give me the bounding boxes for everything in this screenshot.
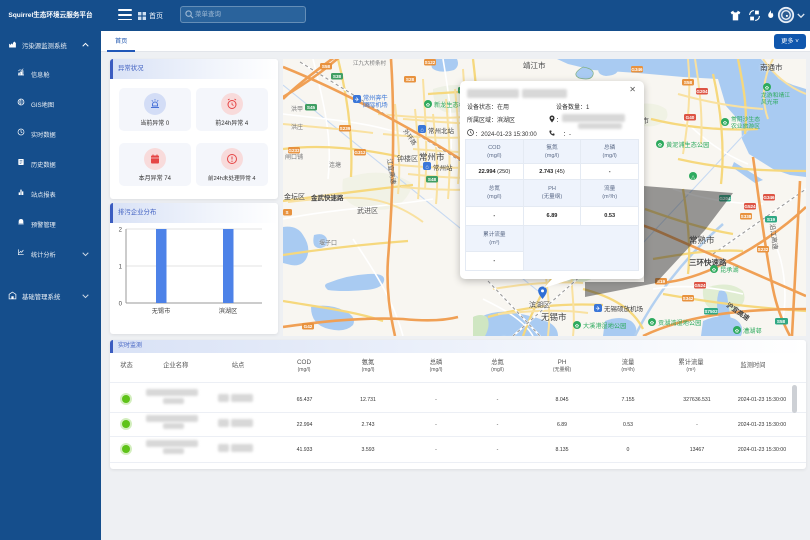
svg-text:S58: S58 bbox=[322, 64, 331, 69]
svg-text:G312: G312 bbox=[354, 150, 366, 155]
svg-text:大溪港湿地公园: 大溪港湿地公园 bbox=[583, 322, 626, 330]
svg-text:S7502: S7502 bbox=[704, 309, 718, 314]
svg-text:无锡市: 无锡市 bbox=[541, 312, 567, 322]
svg-text:S19: S19 bbox=[767, 217, 776, 222]
svg-text:S45: S45 bbox=[307, 105, 316, 110]
svg-text:堰子口: 堰子口 bbox=[319, 239, 337, 247]
svg-text:金武快速路: 金武快速路 bbox=[310, 193, 344, 202]
svg-text:无锡硕放机场: 无锡硕放机场 bbox=[604, 304, 644, 313]
svg-text:G42: G42 bbox=[304, 324, 313, 329]
svg-text:贡湖湾湿地公园: 贡湖湾湿地公园 bbox=[658, 319, 701, 327]
svg-text:农业旅游区: 农业旅游区 bbox=[731, 122, 760, 130]
svg-text:常州奔牛: 常州奔牛 bbox=[363, 94, 388, 102]
svg-text:✿: ✿ bbox=[712, 268, 716, 274]
svg-text:江九大桥条村: 江九大桥条村 bbox=[353, 59, 387, 67]
svg-text:S19: S19 bbox=[657, 279, 666, 284]
svg-text:风光带: 风光带 bbox=[761, 98, 779, 106]
svg-text:S232: S232 bbox=[758, 247, 769, 252]
svg-text:✿: ✿ bbox=[723, 121, 727, 127]
svg-text:S38: S38 bbox=[333, 74, 342, 79]
svg-text:S58: S58 bbox=[777, 319, 786, 324]
svg-text:✿: ✿ bbox=[650, 321, 654, 327]
svg-text:漕湖邨: 漕湖邨 bbox=[743, 327, 762, 335]
svg-text:1: 1 bbox=[119, 265, 123, 271]
svg-text:G204: G204 bbox=[696, 89, 708, 94]
svg-text:常州站: 常州站 bbox=[433, 163, 453, 172]
svg-text:滨湖区: 滨湖区 bbox=[529, 300, 550, 309]
svg-text:常州北站: 常州北站 bbox=[428, 126, 455, 135]
svg-text:S58: S58 bbox=[684, 80, 693, 85]
svg-text:⌂: ⌂ bbox=[425, 165, 428, 171]
svg-text:0: 0 bbox=[119, 302, 123, 308]
svg-text:G524: G524 bbox=[744, 204, 756, 209]
svg-text:S28: S28 bbox=[406, 77, 415, 82]
svg-text:2: 2 bbox=[119, 228, 123, 234]
svg-text:三环快速路: 三环快速路 bbox=[689, 257, 727, 267]
svg-text:靖江市: 靖江市 bbox=[523, 60, 546, 70]
svg-text:钟楼区: 钟楼区 bbox=[397, 154, 418, 163]
svg-text:G524: G524 bbox=[694, 283, 706, 288]
svg-text:✿: ✿ bbox=[765, 86, 769, 92]
svg-text:常阴沙生态: 常阴沙生态 bbox=[731, 115, 760, 123]
svg-text:滨湖区: 滨湖区 bbox=[219, 307, 238, 315]
svg-text:S48: S48 bbox=[428, 177, 437, 182]
svg-text:武进区: 武进区 bbox=[357, 206, 378, 215]
svg-text:G204: G204 bbox=[719, 196, 731, 201]
svg-text:✿: ✿ bbox=[658, 143, 662, 149]
svg-text:G346: G346 bbox=[631, 67, 643, 72]
svg-text:无锡市: 无锡市 bbox=[152, 307, 171, 315]
svg-text:常熟市: 常熟市 bbox=[689, 235, 715, 245]
svg-text:常州市: 常州市 bbox=[419, 152, 445, 162]
svg-text:G233: G233 bbox=[288, 148, 300, 153]
svg-text:国际机场: 国际机场 bbox=[363, 101, 388, 109]
svg-text:昆承湖: 昆承湖 bbox=[720, 266, 739, 274]
svg-text:闸口铺: 闸口铺 bbox=[285, 153, 303, 161]
svg-text:洪甲: 洪甲 bbox=[291, 105, 303, 113]
svg-text:G346: G346 bbox=[763, 195, 775, 200]
svg-text:S338: S338 bbox=[741, 214, 752, 219]
svg-text:✈: ✈ bbox=[595, 306, 600, 313]
svg-text:✿: ✿ bbox=[735, 329, 739, 335]
svg-text:金坛区: 金坛区 bbox=[284, 192, 305, 201]
svg-text:龙游和靖江: 龙游和靖江 bbox=[761, 91, 790, 99]
svg-text:S342: S342 bbox=[683, 296, 694, 301]
svg-text:S122: S122 bbox=[425, 60, 436, 65]
svg-text:✈: ✈ bbox=[354, 97, 359, 104]
svg-text:南通市: 南通市 bbox=[760, 62, 783, 72]
svg-text:△: △ bbox=[691, 175, 695, 181]
svg-text:⌂: ⌂ bbox=[420, 128, 423, 134]
svg-text:✿: ✿ bbox=[575, 324, 579, 330]
svg-text:连塘: 连塘 bbox=[329, 161, 341, 169]
svg-text:G40: G40 bbox=[686, 115, 695, 120]
svg-text:✿: ✿ bbox=[426, 103, 430, 109]
svg-text:S: S bbox=[285, 210, 288, 215]
svg-text:S239: S239 bbox=[340, 126, 351, 131]
svg-text:黄泥浦生态公园: 黄泥浦生态公园 bbox=[666, 141, 709, 149]
svg-text:洪庄: 洪庄 bbox=[291, 123, 303, 131]
